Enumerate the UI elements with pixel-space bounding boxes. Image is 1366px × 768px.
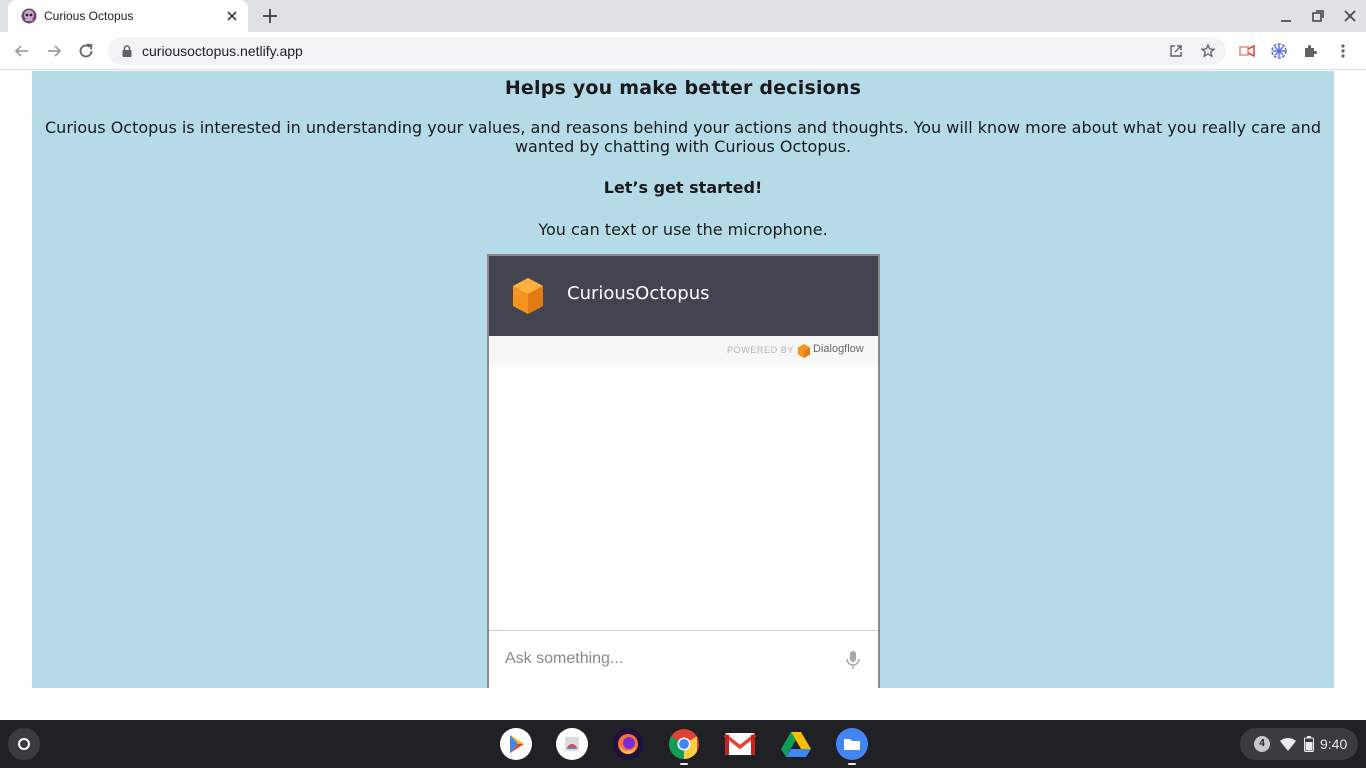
os-shelf: 4 9:40 <box>0 720 1366 768</box>
page-heading: Helps you make better decisions <box>504 77 862 99</box>
gmail-icon[interactable] <box>724 728 756 760</box>
menu-kebab-icon[interactable] <box>1334 42 1352 60</box>
microphone-icon[interactable] <box>844 650 862 670</box>
back-icon[interactable] <box>12 41 32 61</box>
restore-icon[interactable] <box>1310 8 1326 24</box>
hint-text: You can text or use the microphone. <box>538 220 828 239</box>
hero-panel: Helps you make better decisions Curious … <box>32 71 1334 688</box>
address-bar[interactable]: curiousoctopus.netlify.app <box>108 37 1226 65</box>
snowflake-extension-icon[interactable] <box>1270 42 1288 60</box>
forward-icon[interactable] <box>44 41 64 61</box>
launcher-button[interactable] <box>8 728 40 760</box>
close-tab-icon[interactable] <box>224 8 240 24</box>
cta-text: Let’s get started! <box>603 178 763 197</box>
minimize-icon[interactable] <box>1278 8 1294 24</box>
status-tray[interactable]: 4 9:40 <box>1240 728 1358 760</box>
bot-cube-icon <box>513 278 543 314</box>
bot-name: CuriousOctopus <box>567 283 710 304</box>
dialogflow-logo-icon <box>798 344 810 358</box>
new-tab-icon[interactable] <box>260 6 280 26</box>
running-indicator <box>680 763 688 765</box>
open-in-window-icon[interactable] <box>1168 43 1184 59</box>
firefox-icon[interactable] <box>612 728 644 760</box>
intro-text: Curious Octopus is interested in underst… <box>45 118 1321 156</box>
lock-icon[interactable] <box>120 44 134 58</box>
url-text[interactable]: curiousoctopus.netlify.app <box>142 43 303 59</box>
octopus-favicon-icon <box>21 8 37 24</box>
chat-widget: CuriousOctopus POWERED BY Dialogflow <box>487 254 880 688</box>
extensions-puzzle-icon[interactable] <box>1302 42 1320 60</box>
dialogflow-name: Dialogflow <box>813 343 864 355</box>
web-page: Helps you make better decisions Curious … <box>0 71 1366 720</box>
files-app-icon[interactable] <box>556 728 588 760</box>
battery-icon <box>1304 736 1314 752</box>
chrome-icon[interactable] <box>668 728 700 760</box>
screencast-extension-icon[interactable] <box>1238 42 1256 60</box>
browser-toolbar: curiousoctopus.netlify.app <box>0 32 1366 70</box>
files-icon[interactable] <box>836 728 868 760</box>
tab-title: Curious Octopus <box>44 9 134 23</box>
chat-input[interactable] <box>505 645 835 673</box>
play-store-icon[interactable] <box>500 728 532 760</box>
reload-icon[interactable] <box>76 41 96 61</box>
drive-icon[interactable] <box>780 728 812 760</box>
chat-input-bar <box>489 630 878 688</box>
notification-count-badge[interactable]: 4 <box>1254 736 1270 752</box>
close-window-icon[interactable] <box>1342 8 1358 24</box>
powered-by-label: POWERED BY <box>727 345 795 355</box>
bookmark-star-icon[interactable] <box>1200 43 1216 59</box>
powered-by-bar: POWERED BY Dialogflow <box>489 336 878 366</box>
browser-tab[interactable]: Curious Octopus <box>8 0 248 32</box>
running-indicator <box>848 763 856 765</box>
chat-messages <box>489 366 878 630</box>
chat-header: CuriousOctopus <box>489 256 878 336</box>
clock: 9:40 <box>1320 736 1348 752</box>
wifi-icon <box>1280 737 1296 751</box>
tab-strip: Curious Octopus <box>0 0 1366 32</box>
